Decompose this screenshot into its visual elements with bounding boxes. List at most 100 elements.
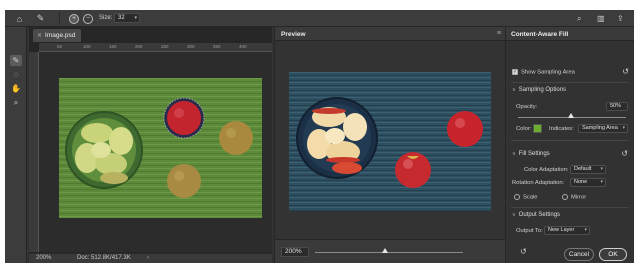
document-canvas[interactable] (39, 52, 272, 252)
preview-zoom-slider[interactable] (315, 252, 463, 253)
scale-checkbox[interactable]: Scale (514, 194, 538, 201)
chevron-down-icon: ∨ (512, 87, 516, 93)
options-bar: ⌂ ✎ + − Size: 32 ▾ ⌕ ▥ ⇪ (5, 10, 634, 27)
ruler-tick: 200 (135, 44, 143, 49)
apple-photo-preview (289, 72, 491, 211)
show-sampling-area-checkbox[interactable]: ✓ Show Sampling Area (512, 69, 575, 76)
preview-panel: Preview ≡ 200% (274, 27, 505, 263)
sampling-brush-icon[interactable]: ✎ (10, 55, 22, 66)
ruler-tick: 300 (187, 44, 195, 49)
sampling-options-label: Sampling Options (518, 87, 567, 93)
divider (511, 140, 629, 141)
color-label: Color: (516, 126, 532, 132)
vertical-ruler (29, 52, 39, 252)
color-adaptation-value: Default (574, 166, 592, 172)
color-adaptation-dropdown[interactable]: Default ▾ (570, 165, 606, 174)
document-tab-title: Image.psd (45, 32, 76, 39)
ruler-tick: 150 (109, 44, 117, 49)
output-to-value: New Layer (548, 227, 575, 233)
sampling-options-section[interactable]: ∨ Sampling Options (512, 87, 566, 93)
apple-photo-sampling-overlay (59, 78, 262, 218)
content-aware-fill-panel: Content-Aware Fill ✓ Show Sampling Area ↺… (505, 27, 634, 263)
document-tab[interactable]: ✕ Image.psd (33, 29, 82, 42)
brush-tool-icon[interactable]: ✎ (35, 13, 46, 24)
opacity-value: 50% (610, 103, 622, 109)
preview-header: Preview ≡ (275, 27, 505, 41)
output-settings-section[interactable]: ∨ Output Settings (512, 212, 560, 218)
caf-title: Content-Aware Fill (511, 31, 569, 38)
preview-zoom-slider-thumb[interactable] (381, 248, 388, 253)
mirror-label: Mirror (571, 194, 587, 201)
zoom-icon[interactable]: ⌕ (10, 97, 22, 108)
chevron-down-icon: ▾ (600, 179, 603, 185)
output-to-dropdown[interactable]: New Layer ▾ (544, 226, 590, 235)
show-sampling-area-row[interactable]: ✓ Show Sampling Area ↺ (506, 67, 634, 78)
document-window: ✕ Image.psd 50 100 150 200 250 300 350 40… (29, 27, 272, 263)
preview-canvas[interactable] (275, 42, 505, 238)
chevron-down-icon: ∨ (512, 151, 516, 157)
size-value: 32 (118, 15, 125, 21)
mirror-checkbox[interactable]: Mirror (562, 194, 586, 201)
document-size: Doc: 512.8K/417.3K (77, 255, 131, 261)
close-icon[interactable]: ✕ (37, 33, 42, 39)
photoshop-window: ⌂ ✎ + − Size: 32 ▾ ⌕ ▥ ⇪ ✎ ◌ ✋ ⌕ ✕ Image.… (5, 10, 634, 263)
chevron-down-icon: ▾ (622, 125, 625, 131)
hand-icon[interactable]: ✋ (10, 83, 22, 94)
fill-settings-section[interactable]: ∨ Fill Settings (512, 151, 550, 157)
share-icon[interactable]: ⇪ (617, 14, 624, 23)
indicates-label: Indicates: (549, 126, 574, 132)
divider (511, 207, 629, 208)
workspace-icon[interactable]: ▥ (597, 14, 605, 23)
divider (59, 12, 60, 25)
ruler-tick: 250 (161, 44, 169, 49)
scale-label: Scale (523, 194, 538, 201)
preview-footer: 200% (275, 239, 505, 263)
size-label: Size: (99, 15, 113, 21)
chevron-down-icon: ▾ (600, 166, 603, 172)
reset-icon[interactable]: ↺ (520, 247, 527, 256)
output-to-label: Output To: (516, 228, 543, 234)
size-field[interactable]: 32 ▾ (114, 13, 140, 23)
opacity-label: Opacity: (516, 104, 538, 110)
preview-title: Preview (281, 31, 306, 38)
subtract-from-sampling-button[interactable]: − (83, 14, 93, 24)
ok-button[interactable]: OK (599, 248, 627, 261)
checkbox-icon (514, 194, 520, 200)
reset-icon[interactable]: ↺ (621, 149, 628, 158)
panel-menu-icon[interactable]: ≡ (497, 30, 501, 37)
chevron-down-icon: ∨ (512, 212, 516, 218)
rotation-adaptation-dropdown[interactable]: None ▾ (570, 178, 606, 187)
cancel-button[interactable]: Cancel (564, 248, 594, 261)
caf-header: Content-Aware Fill (506, 27, 634, 41)
checkbox-icon (562, 194, 568, 200)
reset-icon[interactable]: ↺ (622, 67, 629, 76)
lasso-icon[interactable]: ◌ (10, 69, 22, 80)
sampling-color-swatch[interactable] (533, 124, 542, 133)
toolbox: ✎ ◌ ✋ ⌕ (5, 27, 27, 263)
indicates-value: Sampling Area (582, 125, 618, 131)
document-zoom[interactable]: 200% (36, 254, 51, 263)
horizontal-ruler: 50 100 150 200 250 300 350 400 (39, 43, 272, 52)
home-icon[interactable]: ⌂ (14, 13, 25, 24)
ruler-tick: 400 (239, 44, 247, 49)
fill-settings-label: Fill Settings (518, 151, 550, 157)
ruler-tick: 350 (213, 44, 221, 49)
preview-zoom-field[interactable]: 200% (281, 247, 309, 257)
document-status-bar: 200% Doc: 512.8K/417.3K › (29, 253, 272, 263)
chevron-right-icon[interactable]: › (147, 254, 149, 263)
color-adaptation-label: Color Adaptation: (524, 167, 569, 173)
rotation-adaptation-label: Rotation Adaptation: (512, 180, 565, 186)
chevron-down-icon: ▾ (134, 15, 137, 21)
indicates-dropdown[interactable]: Sampling Area ▾ (578, 124, 628, 133)
chevron-down-icon: ▾ (584, 227, 587, 233)
opacity-field[interactable]: 50% (606, 102, 628, 111)
output-settings-label: Output Settings (518, 212, 561, 218)
search-icon[interactable]: ⌕ (577, 14, 581, 24)
ruler-tick: 50 (57, 44, 63, 49)
add-to-sampling-button[interactable]: + (69, 14, 79, 24)
show-sampling-area-label: Show Sampling Area (521, 69, 575, 76)
checkmark-icon: ✓ (512, 69, 518, 75)
ruler-tick: 100 (83, 44, 91, 49)
opacity-slider-thumb[interactable] (568, 113, 574, 118)
rotation-adaptation-value: None (574, 179, 588, 185)
